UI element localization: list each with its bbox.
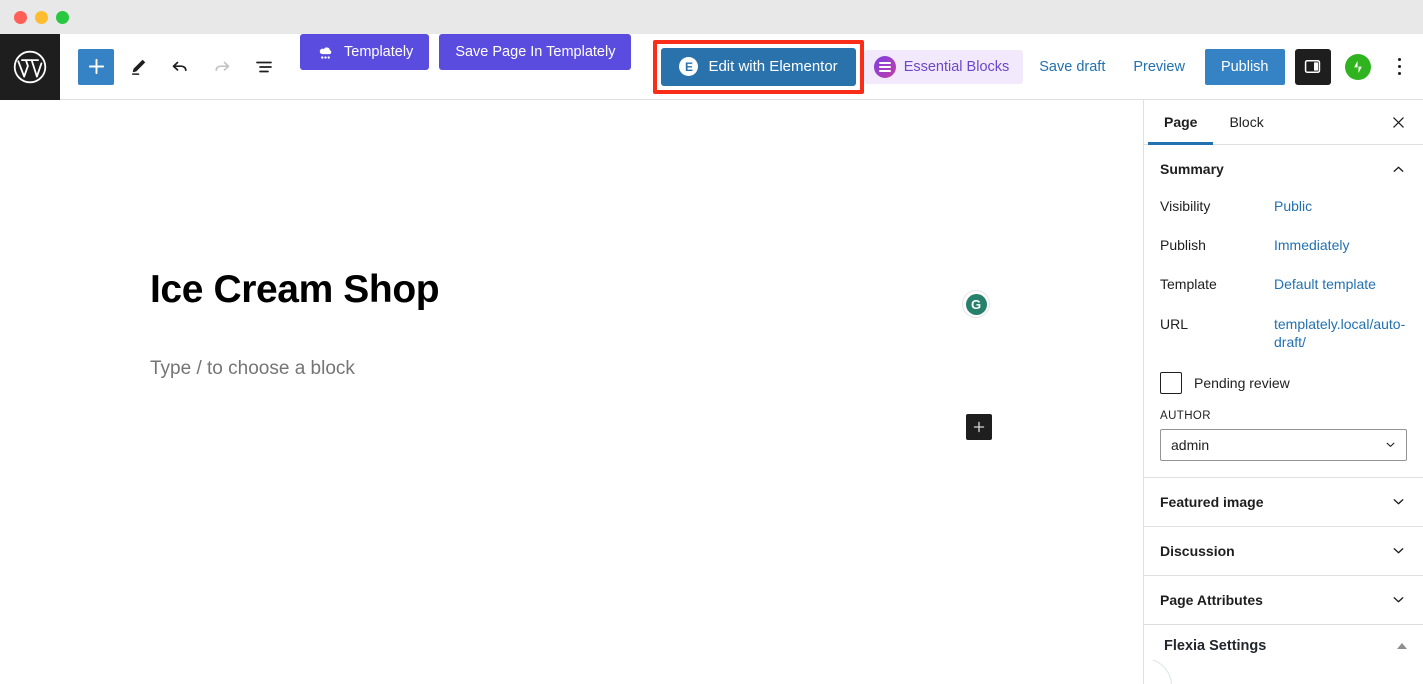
- summary-value-template[interactable]: Default template: [1274, 275, 1376, 293]
- chevron-down-icon: [1390, 493, 1407, 510]
- sidebar-scroll-area: Summary Visibility Public Publish Immedi…: [1144, 145, 1423, 684]
- author-select-value: admin: [1171, 436, 1210, 453]
- templately-cloud-icon: [316, 43, 335, 62]
- sidebar-toggle-icon[interactable]: [1294, 48, 1331, 85]
- block-placeholder[interactable]: Type / to choose a block: [150, 358, 355, 380]
- summary-row-visibility: Visibility Public: [1144, 197, 1423, 215]
- tab-page[interactable]: Page: [1148, 100, 1214, 145]
- templately-button-label: Templately: [344, 44, 414, 60]
- publish-button[interactable]: Publish: [1204, 48, 1285, 85]
- summary-value-publish[interactable]: Immediately: [1274, 236, 1349, 254]
- author-field-label: AUTHOR: [1160, 409, 1211, 422]
- toolbar-right-group: Essential Blocks Save draft Preview Publ…: [863, 34, 1423, 99]
- panel-featured-image-title: Featured image: [1160, 493, 1264, 510]
- elementor-logo-icon: E: [679, 57, 699, 76]
- author-select[interactable]: admin: [1160, 428, 1407, 461]
- sidebar-tabs: Page Block: [1144, 100, 1423, 145]
- edit-with-elementor-button[interactable]: E Edit with Elementor: [661, 47, 856, 86]
- window-controls: [14, 10, 69, 24]
- essential-blocks-icon: [873, 55, 896, 78]
- triangle-up-icon: [1397, 643, 1407, 650]
- list-view-icon[interactable]: [246, 49, 282, 85]
- summary-row-template: Template Default template: [1144, 275, 1423, 293]
- page-title[interactable]: Ice Cream Shop: [150, 268, 440, 312]
- undo-icon[interactable]: [162, 49, 198, 85]
- panel-discussion-header[interactable]: Discussion: [1144, 527, 1423, 575]
- editor-body: Ice Cream Shop Type / to choose a block …: [0, 100, 1423, 684]
- edit-with-elementor-label: Edit with Elementor: [708, 58, 838, 75]
- wordpress-logo-icon[interactable]: [0, 34, 60, 100]
- panel-page-attributes-title: Page Attributes: [1160, 591, 1263, 608]
- templately-button[interactable]: Templately: [300, 34, 430, 70]
- save-page-in-templately-button[interactable]: Save Page In Templately: [439, 34, 632, 70]
- summary-label-publish: Publish: [1160, 237, 1206, 254]
- add-block-toggle[interactable]: [78, 48, 114, 85]
- chevron-up-icon: [1390, 161, 1407, 178]
- panel-discussion-title: Discussion: [1160, 542, 1235, 559]
- summary-value-visibility[interactable]: Public: [1274, 197, 1312, 215]
- essential-blocks-label: Essential Blocks: [903, 58, 1010, 75]
- window-titlebar: [0, 0, 1423, 34]
- canvas-add-block-button[interactable]: [966, 414, 992, 440]
- close-icon[interactable]: [1377, 100, 1419, 144]
- pending-review-checkbox[interactable]: [1160, 371, 1182, 394]
- panel-summary-header[interactable]: Summary: [1144, 145, 1423, 193]
- save-draft-button[interactable]: Save draft: [1027, 49, 1117, 85]
- editor-canvas[interactable]: Ice Cream Shop Type / to choose a block …: [0, 100, 1143, 684]
- panel-summary-title: Summary: [1160, 161, 1224, 177]
- maximize-window-button[interactable]: [56, 10, 69, 24]
- chevron-down-icon: [1383, 437, 1398, 452]
- essential-blocks-button[interactable]: Essential Blocks: [863, 49, 1024, 84]
- panel-summary-body: Visibility Public Publish Immediately Te…: [1144, 193, 1423, 477]
- grammarly-letter: G: [965, 293, 987, 315]
- floating-widget-partial: [1144, 660, 1208, 684]
- summary-label-visibility: Visibility: [1160, 198, 1211, 214]
- grammarly-icon[interactable]: G: [962, 290, 990, 318]
- jetpack-icon[interactable]: [1344, 53, 1371, 80]
- editor-toolbar: Templately Save Page In Templately E Edi…: [0, 34, 1423, 100]
- toolbar-left-group: [60, 34, 282, 99]
- tab-block[interactable]: Block: [1213, 100, 1279, 144]
- close-window-button[interactable]: [14, 10, 27, 24]
- summary-label-url: URL: [1160, 315, 1189, 332]
- summary-value-url[interactable]: templately.local/auto-draft/: [1274, 315, 1407, 351]
- pencil-icon[interactable]: [120, 49, 156, 85]
- pending-review-label: Pending review: [1194, 374, 1290, 391]
- floating-widget-circle: [1144, 660, 1172, 684]
- three-dots-icon[interactable]: [1383, 49, 1417, 85]
- pending-review-row: Pending review: [1144, 371, 1423, 394]
- panel-page-attributes-header[interactable]: Page Attributes: [1144, 576, 1423, 624]
- author-select-wrapper: admin: [1144, 428, 1423, 477]
- panel-featured-image-header[interactable]: Featured image: [1144, 478, 1423, 526]
- redo-icon: [204, 49, 240, 85]
- settings-sidebar: Page Block Summary Visibility Public Pub…: [1143, 100, 1423, 684]
- preview-button[interactable]: Preview: [1121, 49, 1197, 85]
- minimize-window-button[interactable]: [35, 10, 48, 24]
- summary-label-template: Template: [1160, 276, 1217, 293]
- elementor-highlight-box: E Edit with Elementor: [653, 39, 864, 94]
- chevron-down-icon: [1390, 542, 1407, 559]
- panel-flexia-settings-title: Flexia Settings: [1164, 638, 1267, 655]
- summary-row-url: URL templately.local/auto-draft/: [1144, 315, 1423, 351]
- chevron-down-icon: [1390, 591, 1407, 608]
- summary-row-publish: Publish Immediately: [1144, 236, 1423, 254]
